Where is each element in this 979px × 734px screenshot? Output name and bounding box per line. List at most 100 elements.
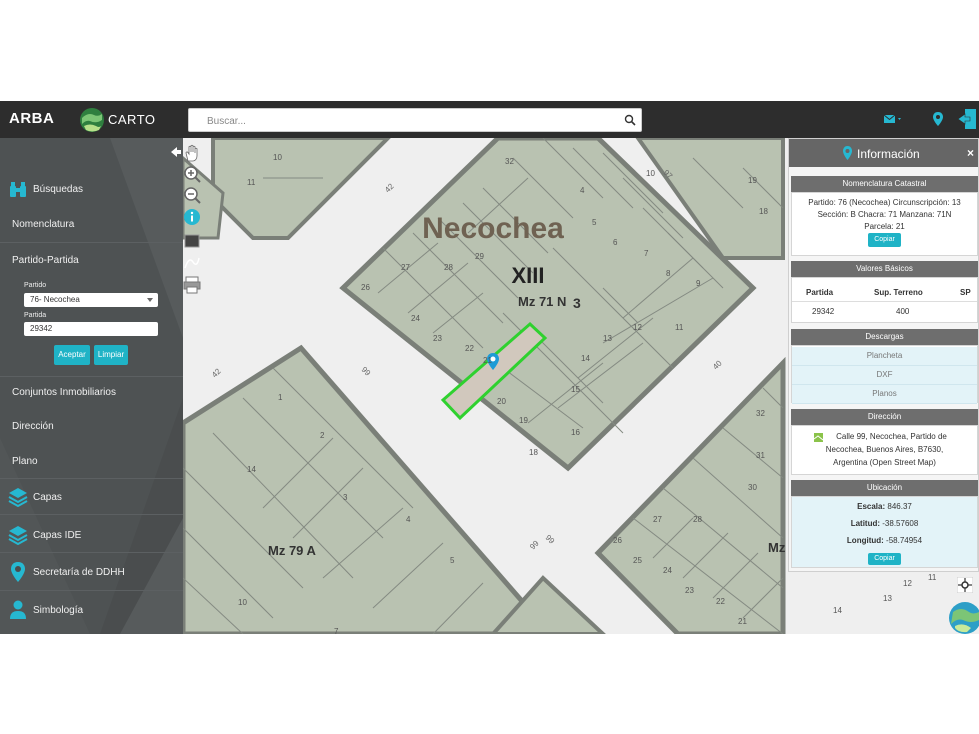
zoom-in-icon[interactable] <box>183 165 201 183</box>
divider <box>0 552 183 553</box>
svg-text:18: 18 <box>759 207 768 216</box>
aceptar-button[interactable]: Aceptar <box>54 345 90 365</box>
divider <box>792 301 977 302</box>
partido-label: Partido <box>24 282 47 289</box>
map-icon <box>814 433 823 442</box>
sidebar-item-secretaria[interactable]: Secretaría de DDHH <box>0 560 183 584</box>
sidebar-item-label: Simbología <box>33 605 84 616</box>
svg-text:10: 10 <box>273 153 282 162</box>
svg-text:18: 18 <box>529 448 538 457</box>
pan-hand-icon[interactable] <box>183 144 201 162</box>
svg-text:7: 7 <box>334 627 339 634</box>
svg-text:32: 32 <box>505 157 514 166</box>
sidebar-item-simbologia[interactable]: Simbología <box>0 598 183 622</box>
logout-icon[interactable] <box>957 108 977 130</box>
svg-text:10: 10 <box>238 598 247 607</box>
svg-text:27: 27 <box>653 515 662 524</box>
longitud-label: Longitud: <box>846 536 884 545</box>
svg-text:8: 8 <box>666 269 671 278</box>
svg-text:28: 28 <box>444 263 453 272</box>
divider <box>0 590 183 591</box>
street-label: 99 <box>544 533 557 546</box>
info-icon[interactable] <box>183 208 201 226</box>
mz79-label: Mz 79 A <box>268 543 317 558</box>
limpiar-button[interactable]: Limpiar <box>94 345 128 365</box>
svg-text:14: 14 <box>833 606 842 615</box>
measure-area-icon[interactable] <box>183 232 201 250</box>
divider <box>0 376 183 377</box>
svg-text:4: 4 <box>580 186 585 195</box>
sidebar-item-capas-ide[interactable]: Capas IDE <box>0 523 183 547</box>
plancheta-link[interactable]: Plancheta <box>792 347 977 366</box>
divider <box>0 478 183 479</box>
binoculars-icon <box>10 182 26 197</box>
city-label: Necochea <box>422 212 564 245</box>
print-icon[interactable] <box>183 276 201 294</box>
direccion-line: Argentina (Open Street Map) <box>833 458 936 467</box>
svg-text:23: 23 <box>433 334 442 343</box>
col-sup-terreno: Sup. Terreno <box>874 288 923 297</box>
mz71-suffix-label: 3 <box>573 295 581 311</box>
search-input[interactable] <box>205 110 619 132</box>
svg-text:4: 4 <box>406 515 411 524</box>
search-bar[interactable] <box>188 108 642 132</box>
svg-text:15: 15 <box>571 385 580 394</box>
search-icon[interactable] <box>624 114 636 126</box>
nomenclatura-body: Partido: 76 (Necochea) Circunscripción: … <box>791 192 978 256</box>
user-icon <box>10 600 26 619</box>
collapse-arrow-icon[interactable] <box>170 146 182 158</box>
dxf-link[interactable]: DXF <box>792 366 977 385</box>
value-sup-terreno: 400 <box>896 307 910 316</box>
mail-icon[interactable] <box>884 112 904 126</box>
sidebar-item-plano[interactable]: Plano <box>0 453 183 471</box>
col-sp: SP <box>960 288 971 297</box>
sidebar-item-busquedas[interactable]: Búsquedas <box>0 178 183 204</box>
planos-link[interactable]: Planos <box>792 385 977 404</box>
globe-basemap-icon[interactable] <box>947 600 979 634</box>
street-label: 99 <box>360 365 373 378</box>
zoom-out-icon[interactable] <box>183 186 201 204</box>
locate-me-icon[interactable] <box>957 577 973 593</box>
partido-select[interactable]: 76- Necochea <box>24 293 158 307</box>
street-label: 42 <box>210 366 223 379</box>
nomenclatura-line: Sección: B Chacra: 71 Manzana: 71N <box>817 210 952 219</box>
partida-input-value: 29342 <box>30 324 53 333</box>
copy-nomenclatura-button[interactable]: Copiar <box>868 233 901 247</box>
svg-text:12: 12 <box>903 579 912 588</box>
svg-text:13: 13 <box>883 594 892 603</box>
svg-text:13: 13 <box>603 334 612 343</box>
svg-text:24: 24 <box>411 314 420 323</box>
ubicacion-body: Escala: 846.37 Latitud: -38.57608 Longit… <box>791 496 978 568</box>
partido-select-value: 76- Necochea <box>30 295 80 304</box>
measure-line-icon[interactable] <box>183 254 201 272</box>
close-icon[interactable]: × <box>967 146 974 160</box>
svg-text:14: 14 <box>581 354 590 363</box>
svg-text:2: 2 <box>320 431 325 440</box>
sidebar-item-direccion[interactable]: Dirección <box>0 418 183 436</box>
col-partida: Partida <box>806 288 834 297</box>
svg-text:19: 19 <box>519 416 528 425</box>
sidebar-item-capas[interactable]: Capas <box>0 485 183 509</box>
svg-text:19: 19 <box>748 176 757 185</box>
sidebar-item-conjuntos[interactable]: Conjuntos Inmobiliarios <box>0 384 183 402</box>
divider <box>0 242 183 243</box>
location-pin-icon[interactable] <box>932 112 944 126</box>
svg-text:27: 27 <box>401 263 410 272</box>
svg-text:22: 22 <box>465 344 474 353</box>
copy-ubicacion-button[interactable]: Copiar <box>868 553 901 565</box>
partida-input[interactable]: 29342 <box>24 322 158 336</box>
svg-text:21: 21 <box>483 356 492 365</box>
svg-text:1: 1 <box>278 393 283 402</box>
sidebar-item-partido-partida[interactable]: Partido-Partida <box>0 252 183 270</box>
divider <box>0 514 183 515</box>
sidebar-item-nomenclatura[interactable]: Nomenclatura <box>0 216 183 234</box>
sidebar-item-label: Capas <box>33 492 62 503</box>
svg-text:26: 26 <box>361 283 370 292</box>
svg-text:23: 23 <box>685 586 694 595</box>
svg-text:11: 11 <box>247 178 256 187</box>
arba-logo: ARBA <box>9 110 55 127</box>
svg-text:7: 7 <box>644 249 649 258</box>
latitud-label: Latitud: <box>850 519 881 528</box>
ubicacion-header: Ubicación <box>791 480 978 496</box>
latitud-row: Latitud: -38.57608 <box>792 515 977 532</box>
